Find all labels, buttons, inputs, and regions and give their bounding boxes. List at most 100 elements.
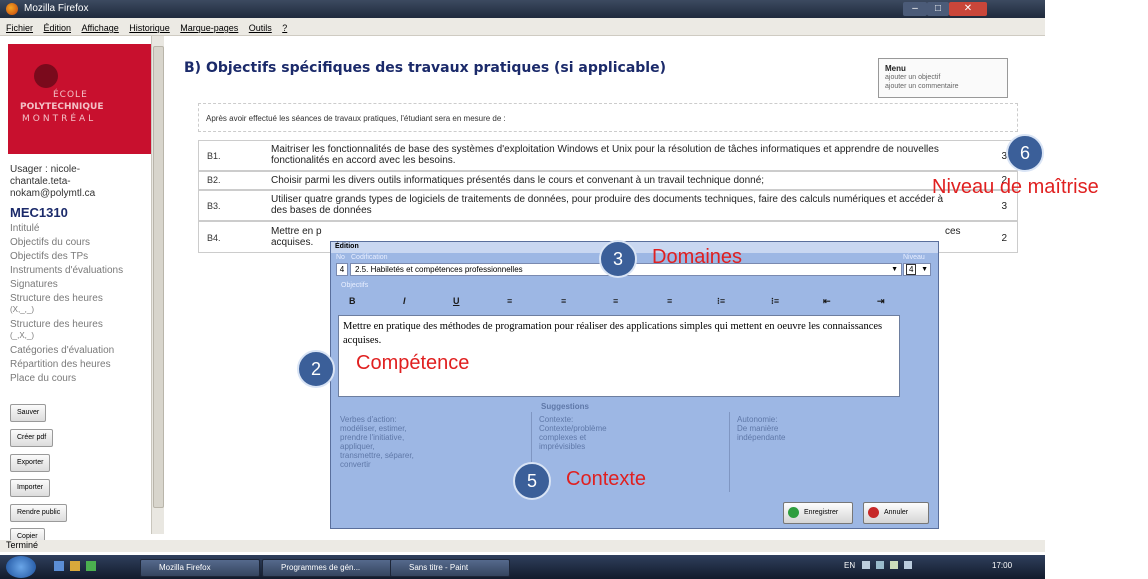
annotation-contexte: Contexte	[566, 468, 647, 490]
menu-marque-pages[interactable]: Marque-pages	[180, 23, 238, 33]
objective-row[interactable]: B3. Utiliser quatre grands types de logi…	[198, 190, 1018, 221]
sidebar-item-structure-2-sub[interactable]: (_,X,_)	[10, 331, 34, 340]
no-label: No	[336, 254, 345, 261]
minimize-button[interactable]: –	[903, 2, 927, 16]
user-line-3: nokam@polymtl.ca	[10, 188, 96, 199]
no-field[interactable]: 4	[336, 263, 348, 276]
sidebar-scrollbar[interactable]	[151, 36, 164, 534]
menu-historique[interactable]: Historique	[129, 23, 170, 33]
annuler-button[interactable]: Annuler	[863, 502, 929, 524]
logo-line-1: ÉCOLE	[53, 90, 88, 100]
clock: 17:00	[992, 561, 1013, 570]
taskbar-paint[interactable]: Sans titre - Paint	[390, 559, 510, 577]
objective-row[interactable]: B1. Maitriser les fonctionnalités de bas…	[198, 140, 1018, 171]
add-comment-link[interactable]: ajouter un commentaire	[885, 83, 959, 90]
window-title: Mozilla Firefox	[24, 3, 89, 14]
tray-icons	[862, 561, 970, 571]
crest-icon	[34, 64, 58, 88]
sidebar-item-structure-2[interactable]: Structure des heures	[10, 319, 103, 330]
sidebar-item-objectifs-tps[interactable]: Objectifs des TPs	[10, 251, 88, 262]
annotation-competence: Compétence	[356, 352, 470, 374]
make-public-button[interactable]: Rendre public	[10, 504, 68, 522]
sidebar-item-repartition[interactable]: Répartition des heures	[10, 359, 111, 370]
import-button[interactable]: Importer	[10, 479, 51, 497]
network-icon[interactable]	[876, 561, 884, 569]
scrollbar-thumb[interactable]	[153, 46, 164, 508]
save-button[interactable]: Sauver	[10, 404, 47, 422]
user-line-2: chantale.teta-	[10, 176, 71, 187]
menu-edition[interactable]: Édition	[43, 23, 71, 33]
menu-outils[interactable]: Outils	[249, 23, 272, 33]
justify-button[interactable]: ≡	[667, 296, 672, 306]
menu-box: Menu ajouter un objectif ajouter un comm…	[878, 58, 1008, 98]
annotation-5-marker: 5	[513, 462, 551, 500]
objective-code: B3.	[207, 201, 221, 211]
menu-affichage[interactable]: Affichage	[81, 23, 118, 33]
suggestion-context: Contexte: Contexte/problème complexes et…	[539, 415, 607, 451]
sidebar-item-categories[interactable]: Catégories d'évaluation	[10, 345, 114, 356]
objective-code: B2.	[207, 175, 221, 185]
objective-row[interactable]: B2. Choisir parmi les divers outils info…	[198, 171, 1018, 190]
user-line-1: Usager : nicole-	[10, 164, 81, 175]
align-center-button[interactable]: ≡	[561, 296, 566, 306]
align-left-button[interactable]: ≡	[507, 296, 512, 306]
sidebar-item-objectifs-cours[interactable]: Objectifs du cours	[10, 237, 90, 248]
annotation-2-marker: 2	[297, 350, 335, 388]
bold-button[interactable]: B	[349, 296, 356, 306]
niveau-select[interactable]: 4 ▼	[903, 263, 931, 276]
menu-title: Menu	[885, 64, 906, 73]
window-title-bar: Mozilla Firefox – □ ✕	[0, 0, 1045, 18]
suggestions-title: Suggestions	[541, 402, 590, 411]
close-button[interactable]: ✕	[949, 2, 987, 16]
explorer-icon[interactable]	[70, 561, 80, 571]
annotation-6-marker: 6	[1006, 134, 1044, 172]
sidebar-item-instruments[interactable]: Instruments d'évaluations	[10, 265, 123, 276]
keyboard-icon[interactable]	[862, 561, 870, 569]
objective-level: 2	[1001, 233, 1007, 244]
status-bar: Terminé	[0, 540, 1045, 552]
italic-button[interactable]: I	[403, 296, 406, 306]
niveau-label: Niveau	[903, 254, 925, 261]
annotation-niveau-maitrise: Niveau de maîtrise	[932, 176, 1099, 198]
objective-code: B1.	[207, 151, 221, 161]
export-button[interactable]: Exporter	[10, 454, 51, 472]
cancel-icon	[868, 507, 879, 518]
enregistrer-button[interactable]: Enregistrer	[783, 502, 853, 524]
show-desktop-icon[interactable]	[54, 561, 64, 571]
objective-text: Choisir parmi les divers outils informat…	[271, 175, 765, 186]
sidebar-item-signatures[interactable]: Signatures	[10, 279, 58, 290]
taskbar-firefox[interactable]: Mozilla Firefox	[140, 559, 260, 577]
polytechnique-logo: ÉCOLE POLYTECHNIQUE MONTRÉAL	[8, 44, 151, 154]
security-icon[interactable]	[890, 561, 898, 569]
indent-button[interactable]: ⇥	[877, 296, 885, 307]
menu-fichier[interactable]: Fichier	[6, 23, 33, 33]
codification-label: Codification	[351, 254, 388, 261]
sidebar-item-intitule[interactable]: Intitulé	[10, 223, 39, 234]
annotation-3-marker: 3	[599, 240, 637, 278]
unordered-list-button[interactable]: ⁝≡	[771, 296, 779, 307]
align-right-button[interactable]: ≡	[613, 296, 618, 306]
create-pdf-button[interactable]: Créer pdf	[10, 429, 54, 447]
sidebar-item-structure-1-sub[interactable]: (X,_,_)	[10, 305, 34, 314]
sidebar-item-place[interactable]: Place du cours	[10, 373, 76, 384]
taskbar: Mozilla Firefox Programmes de gén... San…	[0, 555, 1045, 579]
outdent-button[interactable]: ⇤	[823, 296, 831, 307]
objectif-label: Objectifs	[341, 282, 369, 289]
page-title: B) Objectifs spécifiques des travaux pra…	[184, 60, 666, 76]
course-code: MEC1310	[10, 205, 68, 220]
intro-text: Après avoir effectué les séances de trav…	[206, 114, 506, 123]
add-objective-link[interactable]: ajouter un objectif	[885, 74, 940, 81]
chevron-down-icon: ▼	[921, 266, 928, 273]
volume-icon[interactable]	[904, 561, 912, 569]
media-icon[interactable]	[86, 561, 96, 571]
logo-line-2: POLYTECHNIQUE	[20, 102, 104, 112]
language-indicator[interactable]: EN	[844, 561, 855, 570]
maximize-button[interactable]: □	[927, 2, 949, 16]
suggestion-autonomy: Autonomie: De manière indépendante	[737, 415, 786, 442]
underline-button[interactable]: U	[453, 296, 460, 306]
start-button[interactable]	[6, 556, 36, 578]
taskbar-programmes[interactable]: Programmes de gén...	[262, 559, 392, 577]
sidebar-item-structure-1[interactable]: Structure des heures	[10, 293, 103, 304]
menu-help[interactable]: ?	[282, 23, 287, 33]
ordered-list-button[interactable]: ⁝≡	[717, 296, 725, 307]
